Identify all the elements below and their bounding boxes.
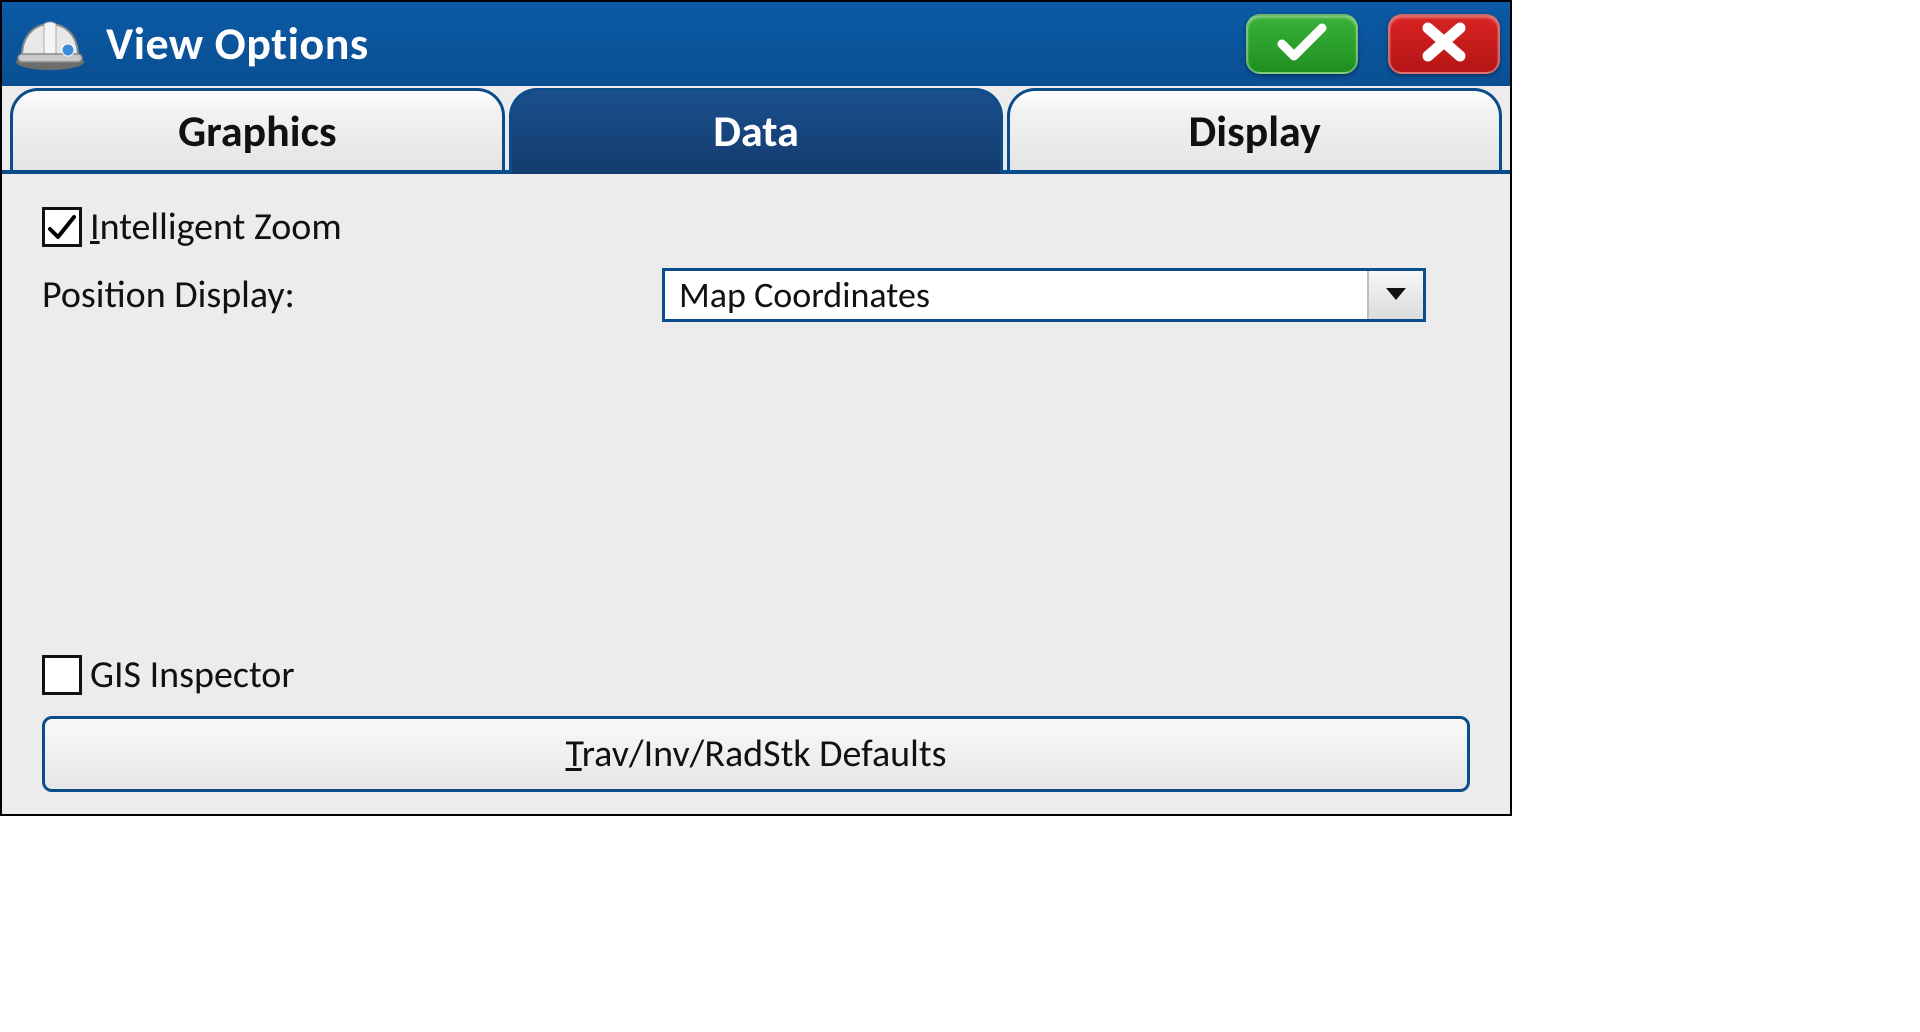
chevron-down-icon bbox=[1367, 271, 1423, 319]
tab-graphics[interactable]: Graphics bbox=[10, 88, 505, 170]
gis-inspector-row: GIS Inspector bbox=[42, 652, 1470, 698]
view-options-window: View Options Graphics Data Display bbox=[0, 0, 1512, 816]
tab-display[interactable]: Display bbox=[1007, 88, 1502, 170]
hardhat-icon bbox=[12, 16, 88, 72]
ok-button[interactable] bbox=[1246, 14, 1358, 74]
tab-data[interactable]: Data bbox=[509, 88, 1004, 170]
tab-strip: Graphics Data Display bbox=[2, 88, 1510, 174]
checkmark-icon bbox=[46, 211, 78, 243]
checkmark-icon bbox=[1276, 22, 1328, 67]
position-display-select[interactable]: Map Coordinates bbox=[662, 268, 1426, 322]
intelligent-zoom-checkbox[interactable] bbox=[42, 207, 82, 247]
close-icon bbox=[1420, 22, 1468, 67]
window-title: View Options bbox=[106, 16, 1228, 72]
titlebar: View Options bbox=[2, 2, 1510, 86]
cancel-button[interactable] bbox=[1388, 14, 1500, 74]
bottom-controls: GIS Inspector Trav/Inv/RadStk Defaults bbox=[42, 652, 1470, 792]
position-display-label: Position Display: bbox=[42, 272, 662, 318]
trav-inv-radstk-defaults-button[interactable]: Trav/Inv/RadStk Defaults bbox=[42, 716, 1470, 792]
position-display-row: Position Display: Map Coordinates bbox=[42, 268, 1470, 322]
position-display-value: Map Coordinates bbox=[665, 271, 1367, 319]
gis-inspector-label: GIS Inspector bbox=[90, 652, 295, 698]
intelligent-zoom-label: Intelligent Zoom bbox=[90, 204, 342, 250]
tab-content-data: Intelligent Zoom Position Display: Map C… bbox=[2, 174, 1510, 814]
gis-inspector-checkbox[interactable] bbox=[42, 655, 82, 695]
intelligent-zoom-row: Intelligent Zoom bbox=[42, 204, 1470, 250]
